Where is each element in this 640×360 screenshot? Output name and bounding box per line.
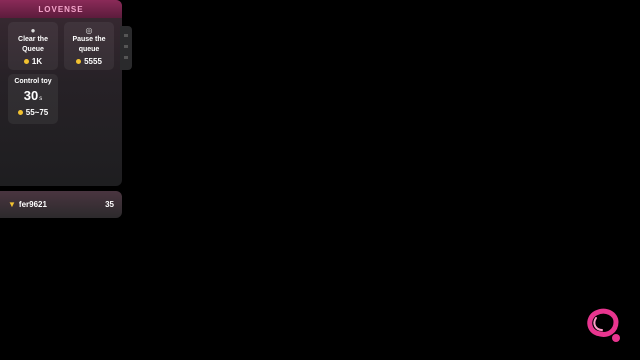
coin-icon [17, 110, 23, 115]
trophy-icon: ▼ [8, 200, 16, 209]
control-toy-price-value: 55~75 [25, 108, 49, 117]
control-toy-title: Control toy [14, 78, 52, 85]
scroll-indicator [124, 56, 128, 59]
pause-queue-title-1: Pause the [72, 36, 106, 43]
control-toy-time-value: 30 [23, 88, 39, 103]
scroll-indicator [124, 34, 128, 37]
clear-queue-title-2: Queue [22, 46, 44, 53]
leaderboard-row: ▼ fer9621 35 [0, 191, 122, 218]
control-toy-time: 30s [24, 89, 42, 106]
pause-queue-button[interactable]: ◎ Pause the queue 5555 [64, 22, 114, 70]
lovense-panel: LOVENSE ● Clear the Queue 1K ◎ Pause the… [0, 0, 122, 186]
scroll-indicator [124, 45, 128, 48]
coin-icon [76, 59, 82, 64]
lovense-logo-icon[interactable] [582, 304, 622, 350]
clear-queue-price: 1K [23, 57, 43, 66]
pause-circle-icon: ◎ [85, 26, 93, 35]
pause-queue-title-2: queue [78, 46, 100, 53]
control-toy-price: 55~75 [17, 108, 49, 117]
clear-queue-price-value: 1K [31, 57, 43, 66]
clear-queue-button[interactable]: ● Clear the Queue 1K [8, 22, 58, 70]
panel-scroll-tab[interactable] [120, 26, 132, 70]
pause-queue-price-value: 5555 [84, 57, 102, 66]
pause-queue-price: 5555 [76, 57, 102, 66]
clear-queue-title-1: Clear the [18, 36, 48, 43]
coin-icon [23, 59, 29, 64]
leader-value: 35 [105, 200, 114, 209]
control-toy-time-unit: s [39, 96, 43, 102]
panel-title: LOVENSE [0, 0, 122, 18]
leader-username: fer9621 [18, 200, 47, 209]
bell-icon: ● [30, 26, 36, 35]
control-toy-button[interactable]: Control toy 30s 55~75 [8, 74, 58, 124]
